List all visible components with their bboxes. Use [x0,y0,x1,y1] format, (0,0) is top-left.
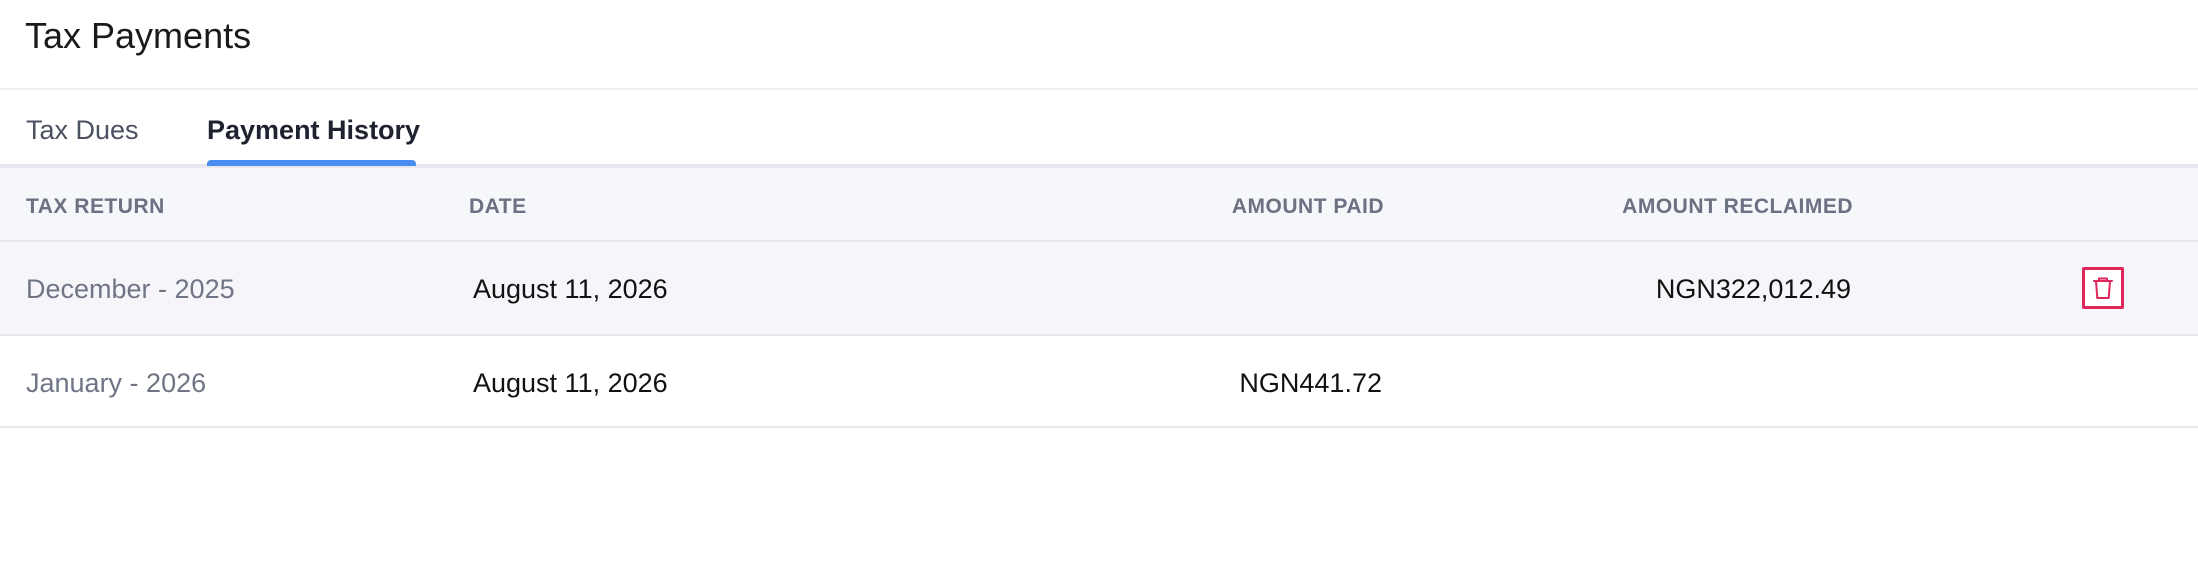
trash-icon [2093,277,2113,299]
tax-payments-page: Tax Payments Tax Dues Payment History TA… [0,0,2198,572]
table-row[interactable]: January - 2026 August 11, 2026 NGN441.72 [0,336,2198,428]
amount-paid-cell: NGN441.72 [1239,368,1382,398]
tab-payment-history[interactable]: Payment History [207,90,421,166]
date-cell: August 11, 2026 [473,368,668,398]
date-cell: August 11, 2026 [473,274,668,304]
page-header: Tax Payments [0,0,2198,90]
tab-label: Payment History [207,115,421,145]
tab-label: Tax Dues [26,115,139,145]
delete-button[interactable] [2082,267,2124,309]
tax-return-cell: January - 2026 [26,368,207,398]
table-header: TAX RETURN DATE AMOUNT PAID AMOUNT RECLA… [0,166,2198,242]
tax-return-cell: December - 2025 [26,274,235,304]
tab-bar: Tax Dues Payment History [0,90,2198,166]
tab-tax-dues[interactable]: Tax Dues [26,90,176,164]
amount-reclaimed-cell: NGN322,012.49 [1655,274,1851,304]
page-title: Tax Payments [25,15,252,56]
column-header-amount-paid[interactable]: AMOUNT PAID [1232,195,1384,219]
column-header-tax-return[interactable]: TAX RETURN [26,195,165,219]
column-header-date[interactable]: DATE [469,195,527,219]
column-header-amount-reclaimed[interactable]: AMOUNT RECLAIMED [1622,195,1853,219]
table-row[interactable]: December - 2025 August 11, 2026 NGN322,0… [0,242,2198,336]
